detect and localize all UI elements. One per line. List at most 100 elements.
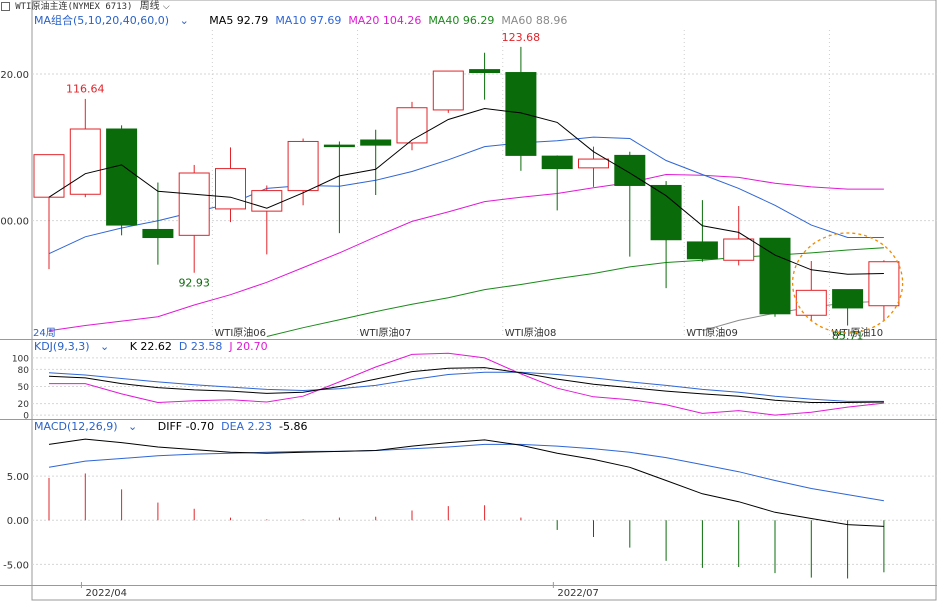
kdj-k-line <box>48 367 884 403</box>
contract-label: 24周 <box>33 327 56 339</box>
candle-body <box>396 107 428 144</box>
ma-legend-item: MA5 92.79 <box>209 14 269 27</box>
contract-label: WTI原油08 <box>505 326 557 339</box>
contract-label: WTI原油07 <box>360 326 412 339</box>
candle-body <box>832 289 864 309</box>
candle-body <box>723 238 755 261</box>
candle <box>868 260 900 321</box>
ma-legend-item: MA10 97.69 <box>275 14 342 27</box>
chevron-down-icon: ⌄ <box>96 340 110 353</box>
candle <box>33 154 65 270</box>
candle <box>469 52 501 100</box>
macd-tick-label: 0.00 <box>7 516 29 527</box>
macd-dea-line <box>48 443 884 502</box>
chevron-down-icon: ⌵ <box>162 2 170 12</box>
candle-body <box>650 184 682 241</box>
candle <box>578 146 609 187</box>
date-label: 2022/07 <box>557 588 599 599</box>
candle <box>759 237 791 317</box>
kdj-legend-title[interactable]: KDJ(9,3,3) ⌄ <box>34 340 116 353</box>
candle <box>505 46 537 171</box>
candle-body <box>578 158 609 169</box>
ma-legend[interactable]: MA组合(5,10,20,40,60,0) ⌄ MA5 92.79 MA10 97… <box>34 13 574 29</box>
chevron-down-icon: ⌄ <box>124 420 138 433</box>
candle-body <box>178 172 210 236</box>
kdj-legend[interactable]: KDJ(9,3,3) ⌄ K 22.62 D 23.58 J 20.70 <box>34 339 275 355</box>
ma5-line <box>48 107 884 275</box>
candle-body <box>469 69 501 74</box>
candle-body <box>541 155 573 170</box>
candle <box>832 289 864 326</box>
kdj-tick-label: 0 <box>23 412 29 422</box>
candle-body <box>106 128 138 226</box>
kdj-legend-item: K 22.62 <box>129 340 172 353</box>
kdj-tick-label: 80 <box>18 366 30 376</box>
candle <box>142 182 174 265</box>
square-icon <box>1 1 10 11</box>
macd-legend-item: -5.86 <box>279 420 308 433</box>
ma-legend-item: MA40 96.29 <box>428 14 495 27</box>
candle <box>541 155 573 211</box>
futures-chart[interactable]: 100.00 120.00 0 20 50 80 100 -5.00 0.00 5.00 116.6… <box>0 0 937 601</box>
candle-body <box>287 140 319 192</box>
date-label: 2022/04 <box>85 588 127 599</box>
kdj-legend-item: D 23.58 <box>178 340 223 353</box>
candle-body <box>686 241 718 260</box>
kdj-tick-label: 50 <box>18 383 30 393</box>
contract-label: WTI原油09 <box>686 326 738 339</box>
macd-legend-item: DIFF -0.70 <box>157 420 215 433</box>
candle <box>215 147 246 223</box>
candle-body <box>795 289 827 316</box>
kdj-j-line <box>49 352 884 416</box>
macd-legend-title[interactable]: MACD(12,26,9) ⌄ <box>34 420 144 433</box>
candle-body <box>759 237 791 315</box>
ma-legend-item: MA20 104.26 <box>348 14 422 27</box>
chart-header: WTI原油主连(NYMEX 6713) 周线 ⌵ <box>0 0 170 14</box>
symbol-title: WTI原油主连(NYMEX 6713) <box>15 2 133 12</box>
kdj-tick-label: 20 <box>18 400 30 410</box>
price-annotation: 92.93 <box>178 277 210 290</box>
ma10-line <box>48 136 884 255</box>
macd-tick-label: 5.00 <box>7 472 29 483</box>
candle <box>178 164 210 273</box>
candle-body <box>142 228 174 239</box>
contract-label: WTI原油06 <box>214 326 266 339</box>
kdj-tick-label: 100 <box>12 354 29 364</box>
macd-tick-label: -5.00 <box>3 560 29 571</box>
candle <box>723 206 755 266</box>
price-annotation: 123.68 <box>502 31 541 44</box>
candle <box>432 70 464 113</box>
candle <box>686 200 718 262</box>
macd-legend-item: DEA 2.23 <box>221 420 273 433</box>
candle <box>323 141 355 234</box>
candle-body <box>505 72 537 156</box>
candle <box>614 151 646 257</box>
ma-legend-title[interactable]: MA组合(5,10,20,40,60,0) ⌄ <box>34 14 196 27</box>
candle-body <box>69 128 101 195</box>
kdj-d-line <box>48 371 884 402</box>
kdj-legend-item: J 20.70 <box>229 340 268 353</box>
candle-body <box>323 144 355 148</box>
candle <box>106 125 138 236</box>
macd-diff-line <box>48 438 884 527</box>
candle <box>287 138 319 206</box>
candle <box>650 181 682 289</box>
candle-body <box>360 139 392 146</box>
price-tick-label: 120.00 <box>0 70 29 81</box>
period-selector[interactable]: 周线 ⌵ <box>140 1 170 12</box>
candle-body <box>868 261 900 307</box>
ma40-line <box>266 247 884 337</box>
price-tick-label: 100.00 <box>0 217 29 228</box>
period-label: 周线 <box>139 1 160 12</box>
candle <box>360 129 392 195</box>
candle <box>396 101 428 151</box>
price-annotation: 116.64 <box>66 83 105 96</box>
candle <box>69 98 101 198</box>
ma-legend-item: MA60 88.96 <box>501 14 568 27</box>
candle-body <box>614 154 646 186</box>
chevron-down-icon: ⌄ <box>176 14 189 27</box>
candle-body <box>432 70 464 111</box>
macd-legend[interactable]: MACD(12,26,9) ⌄ DIFF -0.70 DEA 2.23 -5.86 <box>34 419 315 435</box>
candle-body <box>215 168 246 210</box>
candle <box>251 185 283 255</box>
